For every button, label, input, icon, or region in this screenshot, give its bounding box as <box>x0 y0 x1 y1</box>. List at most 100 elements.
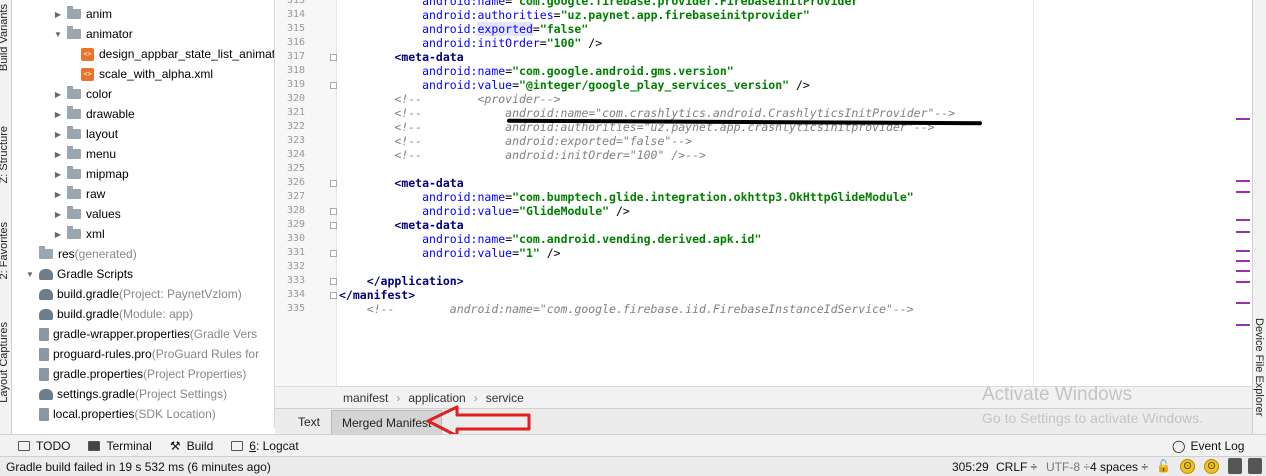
error-stripe-marker[interactable] <box>1236 302 1250 304</box>
tree-item[interactable]: proguard-rules.pro (ProGuard Rules for <box>39 344 259 364</box>
code-line[interactable]: android:initOrder="100" /> <box>339 36 602 50</box>
tree-item[interactable]: local.properties (SDK Location) <box>39 404 216 424</box>
code-line[interactable]: <meta-data <box>339 218 463 232</box>
error-stripe-marker[interactable] <box>1236 118 1250 120</box>
expand-arrow-icon[interactable]: ▶ <box>53 190 63 199</box>
tool-window-logcat[interactable]: 6: Logcat <box>231 439 299 453</box>
code-line[interactable]: android:value="GlideModule" /> <box>339 204 630 218</box>
tree-item[interactable]: ▼ Gradle Scripts <box>25 264 133 284</box>
tree-item[interactable]: gradle-wrapper.properties (Gradle Vers <box>39 324 257 344</box>
tree-item[interactable]: ▼ animator <box>53 24 133 44</box>
fold-marker-icon[interactable] <box>330 222 337 229</box>
tree-item[interactable]: ▶ menu <box>53 144 116 164</box>
tree-item[interactable]: ▶ raw <box>53 184 105 204</box>
code-line[interactable]: <!-- android:name="com.crashlytics.andro… <box>339 106 955 120</box>
tree-item[interactable]: <> design_appbar_state_list_animat <box>81 44 274 64</box>
error-stripe-marker[interactable] <box>1236 270 1250 272</box>
code-editor[interactable]: 313 314 315 316 317 318 319 320 321 322 323 324 325 3… <box>275 0 1252 386</box>
tab-text[interactable]: Text <box>287 410 331 434</box>
tree-item[interactable]: ▶ drawable <box>53 104 135 124</box>
tree-item[interactable]: res (generated) <box>39 244 137 264</box>
collapse-arrow-icon[interactable]: ▼ <box>53 30 63 39</box>
tree-item[interactable]: gradle.properties (Project Properties) <box>39 364 246 384</box>
gradle-icon <box>39 288 53 300</box>
expand-arrow-icon[interactable]: ▶ <box>53 130 63 139</box>
line-separator[interactable]: CRLF ÷ <box>996 460 1037 474</box>
expand-arrow-icon[interactable]: ▶ <box>53 230 63 239</box>
code-line[interactable]: android:name="com.google.firebase.provid… <box>339 0 865 8</box>
tool-window-todo[interactable]: TODO <box>18 439 70 453</box>
tool-window-terminal[interactable]: Terminal <box>88 439 152 453</box>
code-line[interactable]: <meta-data <box>339 176 463 190</box>
collapse-arrow-icon[interactable]: ▼ <box>25 270 35 279</box>
fold-marker-icon[interactable] <box>330 278 337 285</box>
expand-arrow-icon[interactable]: ▶ <box>53 90 63 99</box>
code-line[interactable]: <!-- android:exported="false"--> <box>339 134 692 148</box>
error-stripe-marker[interactable] <box>1236 250 1250 252</box>
error-stripe-marker[interactable] <box>1236 281 1250 283</box>
tool-tab-layout-captures[interactable]: Layout Captures <box>0 322 10 403</box>
tree-item[interactable]: ▶ layout <box>53 124 118 144</box>
expand-arrow-icon[interactable]: ▶ <box>53 10 63 19</box>
breadcrumb-item-manifest[interactable]: manifest <box>343 391 388 405</box>
code-line[interactable]: android:value="@integer/google_play_serv… <box>339 78 810 92</box>
fold-marker-icon[interactable] <box>330 180 337 187</box>
tree-item[interactable]: ▶ anim <box>53 4 112 24</box>
tool-window-event-log[interactable]: ◯ Event Log <box>1172 439 1244 453</box>
tree-item[interactable]: ▶ xml <box>53 224 105 244</box>
folder-icon <box>67 226 81 239</box>
tree-item[interactable]: ▶ mipmap <box>53 164 129 184</box>
code-line[interactable]: android:name="com.bumptech.glide.integra… <box>339 190 914 204</box>
code-line[interactable]: <meta-data <box>339 50 463 64</box>
error-stripe-marker[interactable] <box>1236 191 1250 193</box>
fold-marker-icon[interactable] <box>330 208 337 215</box>
expand-arrow-icon[interactable]: ▶ <box>53 110 63 119</box>
tool-tab-device-file-explorer[interactable]: Device File Explorer <box>1253 318 1265 416</box>
tool-tab-build-variants[interactable]: Build Variants <box>0 4 10 71</box>
tool-tab-structure[interactable]: Z: Structure <box>0 126 10 183</box>
memory-indicator-icon[interactable] <box>1248 458 1262 474</box>
error-stripe-marker[interactable] <box>1236 219 1250 221</box>
inspector-icon[interactable] <box>1228 458 1242 474</box>
fold-marker-icon[interactable] <box>330 292 337 299</box>
tree-item[interactable]: build.gradle (Project: PaynetVzlom) <box>39 284 242 304</box>
tree-item[interactable]: settings.gradle (Project Settings) <box>39 384 227 404</box>
tree-item[interactable]: ▶ values <box>53 204 121 224</box>
tree-item[interactable]: build.gradle (Module: app) <box>39 304 193 324</box>
expand-arrow-icon[interactable]: ▶ <box>53 150 63 159</box>
status-message[interactable]: Gradle build failed in 19 s 532 ms (6 mi… <box>6 460 271 474</box>
breadcrumb-item-service[interactable]: service <box>486 391 524 405</box>
folder-icon <box>67 166 81 179</box>
breadcrumb-item-application[interactable]: application <box>408 391 465 405</box>
error-stripe-marker[interactable] <box>1236 180 1250 182</box>
expand-arrow-icon[interactable]: ▶ <box>53 170 63 179</box>
code-line[interactable]: android:authorities="uz.paynet.app.fireb… <box>339 8 810 22</box>
happy-face-icon[interactable]: ʘ <box>1180 459 1195 474</box>
code-line[interactable]: <!-- <provider--> <box>339 92 560 106</box>
code-line[interactable]: android:exported="false" <box>339 22 588 36</box>
code-line[interactable]: android:name="com.android.vending.derive… <box>339 232 761 246</box>
indent-setting[interactable]: 4 spaces ÷ <box>1090 460 1148 474</box>
error-stripe-marker[interactable] <box>1236 231 1250 233</box>
code-line[interactable]: </manifest> <box>339 288 415 302</box>
tree-item[interactable]: ▶ color <box>53 84 112 104</box>
line-number: 322 <box>286 121 305 132</box>
code-line[interactable]: <!-- android:name="com.google.firebase.i… <box>339 302 914 316</box>
fold-marker-icon[interactable] <box>330 54 337 61</box>
code-line[interactable]: </application> <box>339 274 464 288</box>
expand-arrow-icon[interactable]: ▶ <box>53 210 63 219</box>
error-stripe-marker[interactable] <box>1236 260 1250 262</box>
tool-window-build[interactable]: ⚒ Build <box>170 439 213 453</box>
fold-marker-icon[interactable] <box>330 82 337 89</box>
file-encoding[interactable]: UTF-8 ÷ <box>1046 460 1090 474</box>
tool-tab-favorites[interactable]: 2: Favorites <box>0 222 10 279</box>
code-line[interactable]: <!-- android:initOrder="100" />--> <box>339 148 706 162</box>
caret-position[interactable]: 305:29 <box>952 460 989 474</box>
sad-face-icon[interactable]: ʘ <box>1204 459 1219 474</box>
error-stripe-marker[interactable] <box>1236 324 1250 326</box>
tree-item[interactable]: <> scale_with_alpha.xml <box>81 64 213 84</box>
fold-marker-icon[interactable] <box>330 250 337 257</box>
code-line[interactable]: android:value="1" /> <box>339 246 561 260</box>
code-line[interactable]: android:name="com.google.android.gms.ver… <box>339 64 734 78</box>
lock-icon[interactable]: 🔓 <box>1156 459 1171 473</box>
